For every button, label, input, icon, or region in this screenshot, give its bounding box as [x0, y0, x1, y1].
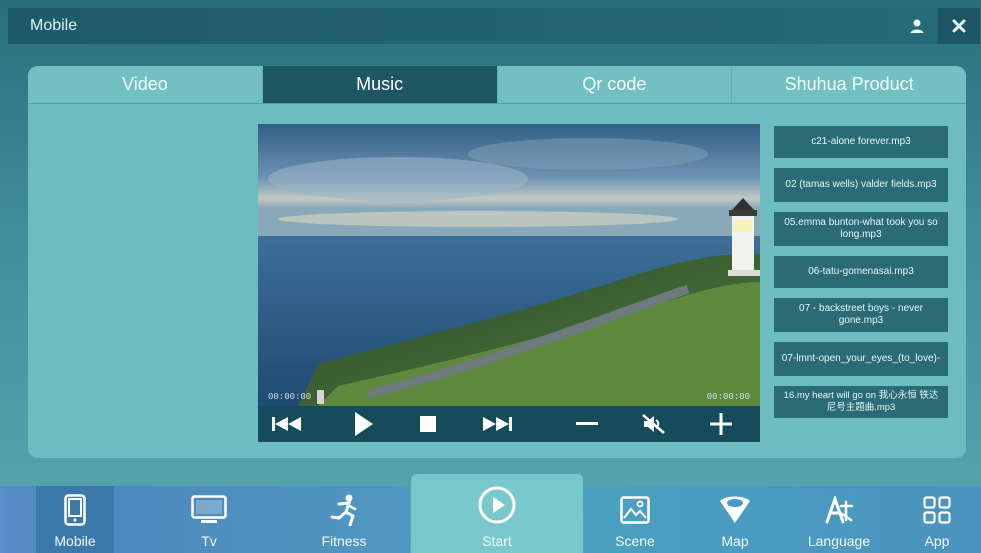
previous-button[interactable]	[272, 415, 302, 433]
grid-icon	[923, 496, 951, 524]
mute-button[interactable]	[642, 414, 666, 434]
playlist-item[interactable]: 06-tatu-gomenasai.mp3	[774, 256, 948, 288]
playlist-item[interactable]: 07-lmnt-open_your_eyes_(to_love)-	[774, 342, 948, 376]
runner-icon	[330, 494, 357, 526]
mute-icon	[642, 414, 665, 434]
user-button[interactable]	[896, 8, 938, 44]
user-icon	[910, 19, 924, 33]
volume-up-button[interactable]	[710, 413, 732, 435]
playlist: c21-alone forever.mp3 02 (tamas wells) v…	[774, 126, 948, 446]
close-icon	[952, 19, 966, 33]
next-icon	[483, 417, 512, 431]
language-icon	[825, 496, 854, 524]
map-pin-icon	[720, 496, 750, 523]
bottom-nav: Mobile Tv Fitness Start Scene Map Langua…	[0, 474, 981, 553]
image-icon	[620, 496, 650, 524]
minus-icon	[576, 422, 598, 425]
nav-label: Scene	[615, 533, 655, 549]
content-panel: Video Music Qr code Shuhua Product 00:00…	[28, 66, 966, 458]
stop-button[interactable]	[420, 416, 436, 432]
nav-label: Fitness	[321, 533, 367, 549]
title-bar: Mobile	[8, 8, 980, 44]
nav-label: Map	[721, 533, 749, 549]
nav-item-fitness[interactable]: Fitness	[305, 486, 383, 553]
playlist-item[interactable]: 07 - backstreet boys - never gone.mp3	[774, 298, 948, 332]
lighthouse-background-image	[258, 124, 760, 406]
playlist-item[interactable]: c21-alone forever.mp3	[774, 126, 948, 158]
nav-item-start[interactable]: Start	[411, 474, 583, 553]
progress-slider-thumb[interactable]	[317, 390, 325, 404]
tab-music[interactable]: Music	[262, 66, 498, 103]
progress-row: 00:00:00 00:00:00	[258, 388, 760, 406]
nav-label: Tv	[201, 533, 217, 549]
tablet-icon	[64, 494, 86, 526]
nav-item-mobile[interactable]: Mobile	[36, 486, 114, 553]
playlist-item[interactable]: 05.emma bunton-what took you so long.mp3	[774, 212, 948, 246]
previous-icon	[272, 417, 301, 431]
tab-qr-code[interactable]: Qr code	[497, 66, 733, 103]
window-title: Mobile	[30, 17, 78, 34]
next-button[interactable]	[482, 415, 512, 433]
nav-item-language[interactable]: Language	[795, 486, 883, 553]
playlist-item[interactable]: 02 (tamas wells) valder fields.mp3	[774, 168, 948, 202]
nav-item-scene[interactable]: Scene	[596, 486, 674, 553]
nav-item-tv[interactable]: Tv	[170, 486, 248, 553]
nav-label: Start	[482, 533, 512, 549]
player-controls	[258, 406, 760, 442]
play-icon	[355, 412, 373, 436]
tab-video[interactable]: Video	[28, 66, 263, 103]
volume-down-button[interactable]	[576, 422, 598, 426]
nav-item-app[interactable]: App	[902, 486, 972, 553]
tab-shuhua-product[interactable]: Shuhua Product	[732, 66, 966, 103]
nav-item-map[interactable]: Map	[696, 486, 774, 553]
total-time: 00:00:00	[706, 392, 750, 402]
stop-icon	[420, 416, 436, 432]
tab-bar: Video Music Qr code Shuhua Product	[28, 66, 966, 104]
nav-label: Mobile	[54, 533, 96, 549]
nav-label: Language	[807, 533, 871, 549]
play-circle-icon	[478, 486, 516, 524]
play-button[interactable]	[354, 411, 374, 437]
nav-label: App	[924, 533, 950, 549]
close-button[interactable]	[938, 8, 980, 44]
monitor-icon	[191, 495, 227, 523]
plus-icon	[710, 413, 732, 435]
current-time: 00:00:00	[268, 392, 312, 402]
media-player: 00:00:00 00:00:00	[258, 124, 760, 442]
playlist-item[interactable]: 16.my heart will go on 我心永恒 铁达尼号主题曲.mp3	[774, 386, 948, 418]
